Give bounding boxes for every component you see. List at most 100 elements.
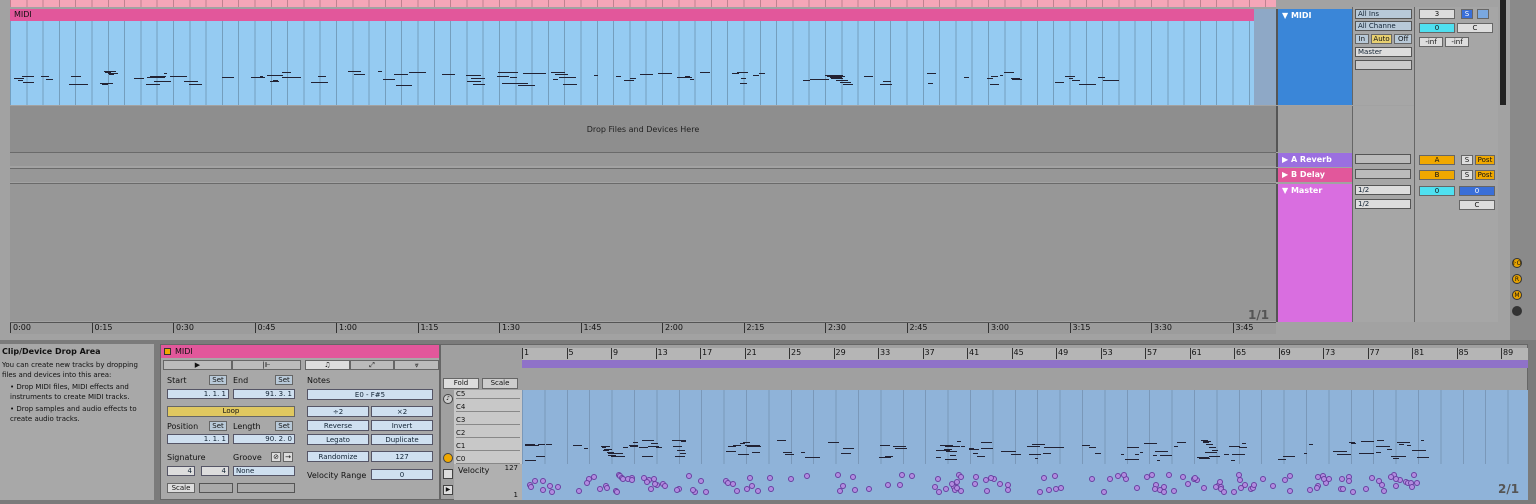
midi-note[interactable] bbox=[1308, 444, 1314, 446]
velocity-marker[interactable] bbox=[932, 483, 939, 490]
velocity-marker[interactable] bbox=[1133, 485, 1140, 491]
velocity-marker[interactable] bbox=[590, 473, 597, 480]
volume-field[interactable]: 0 bbox=[1419, 23, 1455, 33]
return-toggle-icon[interactable]: R bbox=[1512, 274, 1522, 284]
midi-note[interactable] bbox=[740, 443, 746, 445]
velocity-marker[interactable] bbox=[1269, 482, 1276, 489]
midi-note[interactable] bbox=[973, 452, 978, 454]
velocity-marker[interactable] bbox=[1314, 474, 1321, 481]
midi-note[interactable] bbox=[1202, 441, 1210, 443]
editor-bar-ruler[interactable]: 1 5 9 13 17 21 25 29 33 37 41 45 49 53 57 61 65 69 73 77 81 8… bbox=[522, 348, 1528, 360]
midi-note[interactable] bbox=[753, 452, 758, 454]
midi-note[interactable] bbox=[1420, 440, 1424, 442]
velocity-marker[interactable] bbox=[1250, 482, 1257, 489]
midi-note[interactable] bbox=[1350, 443, 1356, 445]
delay-track-header[interactable]: ▶ B Delay bbox=[1276, 168, 1352, 182]
preview-headphones-icon[interactable]: ♪ bbox=[443, 394, 453, 404]
midi-note[interactable] bbox=[573, 445, 583, 447]
velocity-marker[interactable] bbox=[1171, 488, 1178, 495]
solo-button[interactable]: S bbox=[1461, 9, 1473, 19]
midi-note[interactable] bbox=[638, 446, 649, 448]
midi-note[interactable] bbox=[1282, 456, 1296, 458]
velocity-marker[interactable] bbox=[746, 474, 753, 481]
midi-note[interactable] bbox=[782, 452, 793, 454]
velocity-marker[interactable] bbox=[614, 488, 621, 495]
velocity-marker[interactable] bbox=[942, 485, 949, 492]
velocity-marker[interactable] bbox=[698, 477, 705, 484]
midi-note[interactable] bbox=[651, 442, 659, 444]
midi-note[interactable] bbox=[800, 452, 805, 454]
velocity-marker[interactable] bbox=[1231, 488, 1238, 495]
position-field[interactable]: 1. 1. 1 bbox=[167, 434, 229, 444]
master-out-select[interactable]: 1/2 bbox=[1355, 199, 1411, 209]
midi-note[interactable] bbox=[805, 456, 820, 458]
midi-note[interactable] bbox=[1204, 451, 1217, 453]
velocity-marker[interactable] bbox=[703, 488, 710, 495]
velocity-marker[interactable] bbox=[1307, 486, 1314, 493]
velocity-marker[interactable] bbox=[686, 472, 693, 479]
midi-note[interactable] bbox=[1135, 454, 1139, 456]
midi-note[interactable] bbox=[629, 446, 639, 448]
fold-icon[interactable]: ▼ bbox=[1282, 11, 1288, 20]
invert-button[interactable]: Invert bbox=[371, 420, 433, 431]
velocity-marker[interactable] bbox=[597, 486, 604, 493]
midi-note[interactable] bbox=[738, 454, 749, 456]
velocity-marker[interactable] bbox=[996, 481, 1003, 488]
velocity-marker[interactable] bbox=[767, 486, 774, 493]
midi-note[interactable] bbox=[1011, 453, 1021, 455]
reverb-track-header[interactable]: ▶ A Reverb bbox=[1276, 153, 1352, 167]
drop-area[interactable]: Drop Files and Devices Here bbox=[10, 106, 1276, 152]
midi-note[interactable] bbox=[727, 446, 736, 448]
midi-note[interactable] bbox=[1177, 442, 1186, 444]
velocity-marker[interactable] bbox=[1041, 475, 1048, 482]
velocity-marker[interactable] bbox=[744, 485, 751, 492]
clip-title-bar[interactable]: MIDI bbox=[161, 345, 439, 358]
velocity-marker[interactable] bbox=[971, 481, 978, 488]
output-select[interactable]: Master bbox=[1355, 47, 1412, 57]
fold-button[interactable]: Fold bbox=[443, 378, 479, 389]
velocity-marker[interactable] bbox=[851, 486, 858, 493]
velocity-marker[interactable] bbox=[1046, 486, 1053, 493]
reverb-track-lane[interactable] bbox=[10, 152, 1276, 166]
lane-add-icon[interactable] bbox=[443, 469, 453, 479]
delay-io-slot[interactable] bbox=[1355, 169, 1411, 179]
midi-note[interactable] bbox=[525, 459, 536, 461]
velocity-marker[interactable] bbox=[1088, 476, 1095, 483]
lane-expand-icon[interactable]: ▶ bbox=[443, 485, 453, 495]
velocity-marker[interactable] bbox=[1106, 476, 1113, 483]
midi-note[interactable] bbox=[1206, 444, 1214, 446]
velocity-marker[interactable] bbox=[1393, 483, 1400, 490]
signature-numerator[interactable]: 4 bbox=[167, 466, 195, 476]
velocity-marker[interactable] bbox=[1101, 488, 1108, 495]
midi-note[interactable] bbox=[1209, 455, 1221, 457]
groove-hotswap-icon[interactable]: ⊘ bbox=[271, 452, 281, 462]
midi-note[interactable] bbox=[956, 441, 962, 443]
midi-note[interactable] bbox=[1411, 449, 1427, 451]
groove-commit-icon[interactable]: → bbox=[283, 452, 293, 462]
monitor-off-button[interactable]: Off bbox=[1394, 34, 1412, 44]
scale-name-select[interactable] bbox=[237, 483, 295, 493]
midi-note[interactable] bbox=[842, 448, 854, 450]
velocity-marker[interactable] bbox=[1201, 484, 1208, 491]
midi-note[interactable] bbox=[1376, 440, 1384, 442]
reverse-button[interactable]: Reverse bbox=[307, 420, 369, 431]
midi-note[interactable] bbox=[1278, 459, 1287, 461]
velocity-marker[interactable] bbox=[804, 473, 811, 480]
double-button[interactable]: ×2 bbox=[371, 406, 433, 417]
midi-note[interactable] bbox=[976, 455, 985, 457]
velocity-marker[interactable] bbox=[972, 474, 979, 481]
midi-note[interactable] bbox=[726, 451, 737, 453]
velocity-marker[interactable] bbox=[1368, 474, 1375, 481]
velocity-marker[interactable] bbox=[1052, 485, 1059, 492]
randomize-button[interactable]: Randomize bbox=[307, 451, 369, 462]
midi-note[interactable] bbox=[1391, 455, 1406, 457]
velocity-marker[interactable] bbox=[1346, 478, 1353, 485]
midi-note[interactable] bbox=[1224, 453, 1230, 455]
midi-note[interactable] bbox=[785, 454, 795, 456]
velocity-marker[interactable] bbox=[539, 478, 546, 485]
velocity-marker[interactable] bbox=[661, 482, 668, 489]
velocity-lane[interactable] bbox=[522, 464, 1528, 500]
midi-note[interactable] bbox=[1198, 458, 1211, 460]
midi-note[interactable] bbox=[1029, 454, 1041, 456]
midi-note[interactable] bbox=[1031, 443, 1045, 445]
